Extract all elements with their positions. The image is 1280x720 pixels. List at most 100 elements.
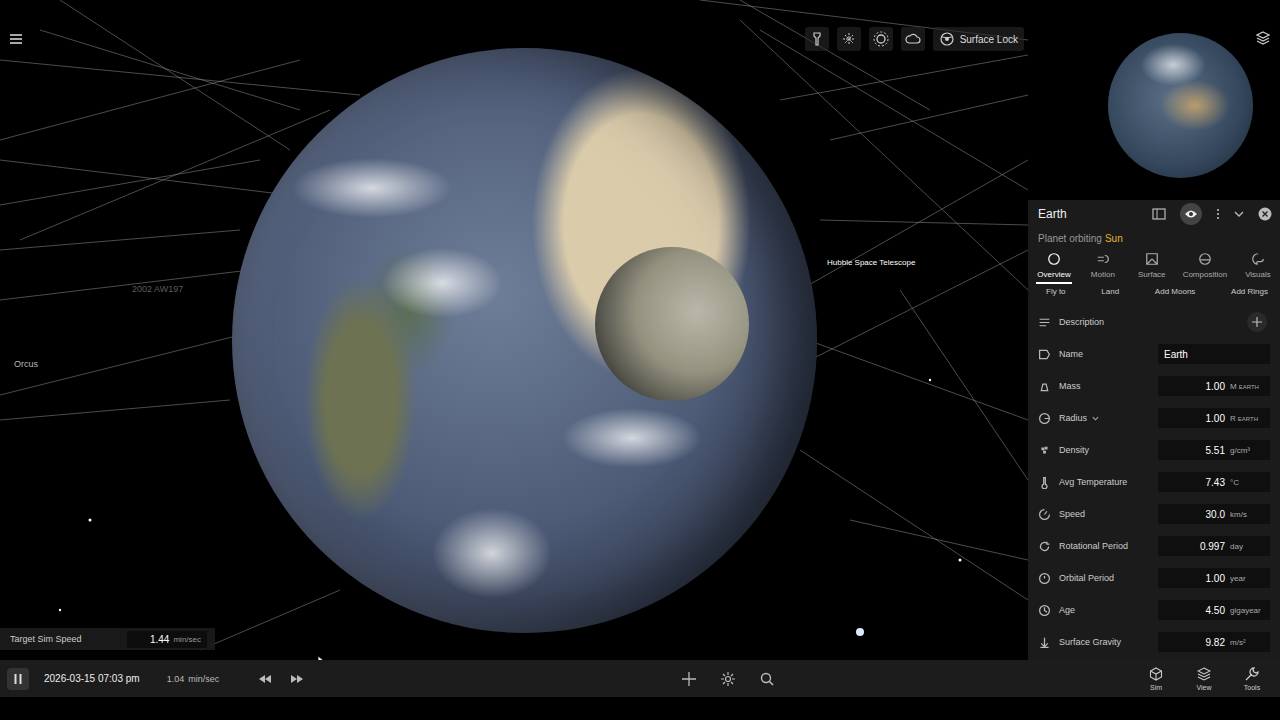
property-icon bbox=[1038, 604, 1051, 617]
target-sim-speed-field[interactable]: 1.44min/sec bbox=[127, 631, 207, 648]
grid-button[interactable] bbox=[837, 27, 861, 51]
property-field[interactable]: 5.51g/cm³ bbox=[1158, 440, 1270, 460]
action-row: Fly to Land Add Moons Add Rings bbox=[1028, 284, 1280, 303]
sim-date[interactable]: 2026-03-15 07:03 pm bbox=[44, 673, 140, 684]
add-description-icon[interactable] bbox=[1246, 311, 1268, 333]
action-button[interactable]: Land bbox=[1101, 287, 1119, 303]
property-field[interactable]: 30.0km/s bbox=[1158, 504, 1270, 524]
tab-bar: Overview Motion Surface Composition Visuals bbox=[1028, 248, 1280, 284]
tab-icon bbox=[1096, 252, 1110, 266]
property-row: Radius 1.00REARTH bbox=[1028, 402, 1280, 434]
sun-icon bbox=[873, 31, 889, 47]
add-icon[interactable] bbox=[682, 672, 696, 686]
property-label: Orbital Period bbox=[1059, 573, 1114, 583]
chevron-down-icon[interactable] bbox=[1234, 210, 1244, 218]
property-icon bbox=[1038, 316, 1051, 329]
property-label: Speed bbox=[1059, 509, 1085, 519]
property-row: Rotational Period 0.997day bbox=[1028, 530, 1280, 562]
viewport[interactable]: Hubble Space Telescope 2002 AW197 Orcus Sur… bbox=[0, 0, 1028, 660]
flashlight-button[interactable] bbox=[805, 27, 829, 51]
more-icon[interactable] bbox=[1216, 208, 1220, 220]
side-panel: Earth Planet orbitingSun Overview Motion Sur… bbox=[1028, 0, 1280, 660]
property-row: NameEarth bbox=[1028, 338, 1280, 370]
property-field[interactable]: 4.50gigayear bbox=[1158, 600, 1270, 620]
eye-toggle[interactable] bbox=[1180, 203, 1202, 225]
tab-icon bbox=[1198, 252, 1212, 266]
dropdown-chevron-icon[interactable] bbox=[1092, 416, 1099, 421]
property-icon bbox=[1038, 572, 1051, 585]
object-label[interactable]: Hubble Space Telescope bbox=[827, 258, 915, 267]
object-label[interactable]: 2002 AW197 bbox=[132, 284, 183, 294]
main-area: Hubble Space Telescope 2002 AW197 Orcus Sur… bbox=[0, 0, 1280, 660]
layers-icon bbox=[1197, 667, 1211, 681]
property-label: Rotational Period bbox=[1059, 541, 1128, 551]
tools-wand-icon[interactable] bbox=[720, 671, 736, 687]
pause-icon bbox=[14, 674, 22, 684]
property-row: Orbital Period 1.00year bbox=[1028, 562, 1280, 594]
flashlight-icon bbox=[811, 32, 823, 46]
tab[interactable]: Surface bbox=[1134, 252, 1170, 284]
cloud-icon bbox=[905, 33, 921, 45]
property-field[interactable]: 1.00MEARTH bbox=[1158, 376, 1270, 396]
minimap-earth bbox=[1108, 33, 1253, 178]
object-label[interactable]: Orcus bbox=[14, 359, 38, 369]
sim-speed: 1.04 bbox=[167, 674, 185, 684]
nav-button[interactable]: Tools bbox=[1234, 667, 1270, 691]
property-field[interactable]: 9.82m/s² bbox=[1158, 632, 1270, 652]
property-row: Speed 30.0km/s bbox=[1028, 498, 1280, 530]
tab-icon bbox=[1047, 252, 1061, 266]
property-label: Surface Gravity bbox=[1059, 637, 1121, 647]
moon[interactable] bbox=[595, 247, 749, 401]
property-label: Density bbox=[1059, 445, 1089, 455]
property-icon bbox=[1038, 348, 1051, 361]
property-icon bbox=[1038, 636, 1051, 649]
view-toolbar: Surface Lock bbox=[805, 27, 1024, 51]
property-field[interactable]: 1.00year bbox=[1158, 568, 1270, 588]
action-button[interactable]: Add Rings bbox=[1231, 287, 1268, 303]
property-field[interactable]: 1.00REARTH bbox=[1158, 408, 1270, 428]
property-row: Density 5.51g/cm³ bbox=[1028, 434, 1280, 466]
close-icon[interactable] bbox=[1258, 207, 1272, 221]
pause-button[interactable] bbox=[7, 668, 29, 690]
light-button[interactable] bbox=[869, 27, 893, 51]
property-icon bbox=[1038, 508, 1051, 521]
layers-icon[interactable] bbox=[1256, 31, 1270, 45]
property-label: Avg Temperature bbox=[1059, 477, 1127, 487]
properties-panel: Earth Planet orbitingSun Overview Motion Sur… bbox=[1028, 200, 1280, 660]
property-label: Description bbox=[1059, 317, 1104, 327]
dock-panel-icon[interactable] bbox=[1152, 208, 1166, 220]
tab[interactable]: Visuals bbox=[1240, 252, 1276, 284]
tab-icon bbox=[1145, 252, 1159, 266]
property-row: Mass 1.00MEARTH bbox=[1028, 370, 1280, 402]
minimap[interactable] bbox=[1028, 0, 1280, 200]
action-button[interactable]: Add Moons bbox=[1155, 287, 1195, 303]
surface-lock-icon bbox=[939, 31, 955, 47]
nav-button[interactable]: Sim bbox=[1138, 667, 1174, 691]
menu-button[interactable] bbox=[10, 33, 24, 45]
rewind-icon[interactable] bbox=[259, 675, 271, 683]
property-icon bbox=[1038, 412, 1051, 425]
property-field[interactable]: 0.997day bbox=[1158, 536, 1270, 556]
menu-icon bbox=[10, 34, 22, 44]
property-label: Radius bbox=[1059, 413, 1087, 423]
surface-lock-button[interactable]: Surface Lock bbox=[933, 27, 1024, 51]
bottom-bar: 2026-03-15 07:03 pm 1.04min/sec Sim View Too… bbox=[0, 660, 1280, 697]
property-label: Mass bbox=[1059, 381, 1081, 391]
property-label: Age bbox=[1059, 605, 1075, 615]
search-icon[interactable] bbox=[760, 672, 774, 686]
sim-speed-unit: min/sec bbox=[188, 674, 219, 684]
panel-subtitle: Planet orbitingSun bbox=[1028, 228, 1280, 248]
action-button[interactable]: Fly to bbox=[1046, 287, 1066, 303]
property-field[interactable]: 7.43°C bbox=[1158, 472, 1270, 492]
nav-button[interactable]: View bbox=[1186, 667, 1222, 691]
cloud-button[interactable] bbox=[901, 27, 925, 51]
property-icon bbox=[1038, 476, 1051, 489]
tab[interactable]: Composition bbox=[1183, 252, 1227, 284]
fast-forward-icon[interactable] bbox=[291, 675, 303, 683]
grid-icon bbox=[842, 32, 856, 46]
tab[interactable]: Overview bbox=[1036, 252, 1072, 284]
eye-icon bbox=[1184, 209, 1198, 219]
name-field[interactable]: Earth bbox=[1158, 344, 1270, 364]
tab[interactable]: Motion bbox=[1085, 252, 1121, 284]
parent-link[interactable]: Sun bbox=[1105, 233, 1123, 244]
